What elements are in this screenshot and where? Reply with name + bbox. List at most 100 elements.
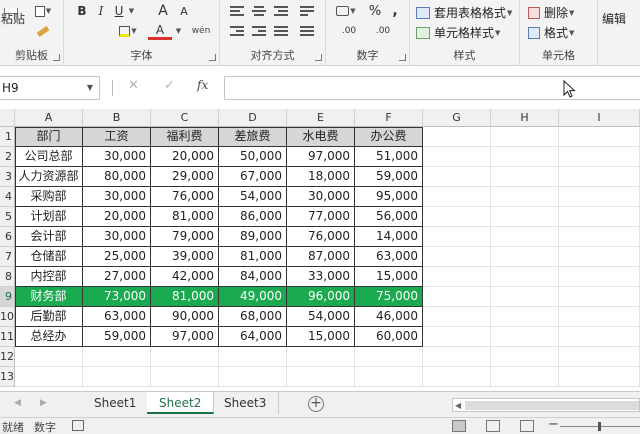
table-cell[interactable]: 59,000 bbox=[355, 167, 422, 187]
table-cell[interactable]: 内控部 bbox=[15, 267, 82, 287]
table-cell[interactable]: 仓储部 bbox=[15, 247, 82, 267]
table-cell[interactable]: 18,000 bbox=[287, 167, 354, 187]
number-launcher-icon[interactable] bbox=[399, 54, 406, 61]
table-cell[interactable]: 64,000 bbox=[219, 327, 286, 347]
table-cell[interactable]: 86,000 bbox=[219, 207, 286, 227]
row-header-10[interactable]: 10 bbox=[0, 307, 15, 327]
highlighted-table-cell[interactable]: 财务部 bbox=[15, 287, 82, 307]
row-header-4[interactable]: 4 bbox=[0, 187, 15, 207]
table-cell[interactable]: 63,000 bbox=[355, 247, 422, 267]
table-cell[interactable]: 15,000 bbox=[287, 327, 354, 347]
row-header-2[interactable]: 2 bbox=[0, 147, 15, 167]
name-box-dropdown-icon[interactable]: ▼ bbox=[87, 77, 93, 99]
worksheet-grid[interactable]: ABCDEFGHI 1 2 3 4 5 6 7 8 9 10 11 12 13 部门 工资 福利费 差旅费 水电… bbox=[0, 109, 640, 391]
editing-button[interactable]: 编辑 bbox=[602, 10, 626, 27]
table-cell[interactable]: 80,000 bbox=[83, 167, 150, 187]
table-cell[interactable]: 67,000 bbox=[219, 167, 286, 187]
table-header-cell[interactable]: 办公费 bbox=[355, 127, 422, 147]
column-header-h[interactable]: H bbox=[491, 109, 559, 127]
clipboard-launcher-icon[interactable] bbox=[53, 54, 60, 61]
insert-function-icon[interactable]: fx bbox=[197, 78, 208, 92]
table-cell[interactable]: 54,000 bbox=[287, 307, 354, 327]
table-cell[interactable]: 95,000 bbox=[355, 187, 422, 207]
column-header-g[interactable]: G bbox=[423, 109, 491, 127]
table-cell[interactable]: 人力资源部 bbox=[15, 167, 82, 187]
table-cell[interactable]: 29,000 bbox=[151, 167, 218, 187]
table-cell[interactable]: 20,000 bbox=[151, 147, 218, 167]
table-cell[interactable]: 81,000 bbox=[151, 207, 218, 227]
format-painter-icon[interactable] bbox=[34, 24, 52, 38]
table-header-cell[interactable]: 福利费 bbox=[151, 127, 218, 147]
next-sheet-icon[interactable]: ▶ bbox=[40, 398, 47, 408]
enter-icon[interactable]: ✓ bbox=[164, 78, 175, 93]
table-cell[interactable]: 60,000 bbox=[355, 327, 422, 347]
table-cell[interactable]: 76,000 bbox=[151, 187, 218, 207]
row-header-6[interactable]: 6 bbox=[0, 227, 15, 247]
table-cell[interactable]: 25,000 bbox=[83, 247, 150, 267]
table-cell[interactable]: 77,000 bbox=[287, 207, 354, 227]
formula-input[interactable] bbox=[224, 76, 640, 100]
prev-sheet-icon[interactable]: ◀ bbox=[14, 398, 21, 408]
table-header-cell[interactable]: 差旅费 bbox=[219, 127, 286, 147]
italic-button[interactable]: I bbox=[94, 2, 108, 20]
alignment-launcher-icon[interactable] bbox=[315, 54, 322, 61]
column-header-c[interactable]: C bbox=[151, 109, 219, 127]
align-bottom-icon[interactable] bbox=[274, 6, 288, 18]
highlighted-table-cell[interactable]: 96,000 bbox=[287, 287, 354, 307]
table-cell[interactable]: 采购部 bbox=[15, 187, 82, 207]
row-header-1[interactable]: 1 bbox=[0, 127, 15, 147]
cell-styles-button[interactable]: 单元格样式 ▼ bbox=[416, 24, 500, 41]
table-cell[interactable]: 公司总部 bbox=[15, 147, 82, 167]
sheet-tab-sheet2[interactable]: Sheet2 bbox=[147, 392, 215, 414]
row-header-12[interactable]: 12 bbox=[0, 347, 15, 367]
table-cell[interactable]: 46,000 bbox=[355, 307, 422, 327]
column-header-b[interactable]: B bbox=[83, 109, 151, 127]
table-cell[interactable]: 39,000 bbox=[151, 247, 218, 267]
phonetic-button[interactable]: wén bbox=[188, 22, 214, 40]
table-cell[interactable]: 20,000 bbox=[83, 207, 150, 227]
table-header-cell[interactable]: 部门 bbox=[15, 127, 82, 147]
horizontal-scrollbar[interactable]: ◀ bbox=[452, 398, 640, 412]
format-button[interactable]: 格式 ▼ bbox=[528, 24, 574, 41]
table-cell[interactable]: 27,000 bbox=[83, 267, 150, 287]
percent-button[interactable]: % bbox=[366, 2, 384, 20]
underline-dropdown-icon[interactable]: ▼ bbox=[126, 2, 136, 20]
table-cell[interactable]: 计划部 bbox=[15, 207, 82, 227]
macro-record-icon[interactable] bbox=[72, 420, 84, 431]
table-cell[interactable]: 79,000 bbox=[151, 227, 218, 247]
highlighted-table-cell[interactable]: 75,000 bbox=[355, 287, 422, 307]
table-cell[interactable]: 50,000 bbox=[219, 147, 286, 167]
table-cell[interactable]: 总经办 bbox=[15, 327, 82, 347]
table-cell[interactable]: 15,000 bbox=[355, 267, 422, 287]
table-cell[interactable]: 后勤部 bbox=[15, 307, 82, 327]
table-cell[interactable]: 会计部 bbox=[15, 227, 82, 247]
underline-button[interactable]: U bbox=[112, 2, 126, 20]
table-cell[interactable]: 87,000 bbox=[287, 247, 354, 267]
align-middle-icon[interactable] bbox=[252, 6, 266, 18]
table-cell[interactable]: 54,000 bbox=[219, 187, 286, 207]
select-all-corner[interactable] bbox=[0, 109, 15, 127]
sheet-tab-sheet1[interactable]: Sheet1 bbox=[82, 392, 150, 414]
wrap-text-icon[interactable] bbox=[300, 6, 314, 18]
font-color-dropdown-icon[interactable]: ▼ bbox=[174, 24, 182, 38]
row-header-13[interactable]: 13 bbox=[0, 367, 15, 387]
column-header-i[interactable]: I bbox=[559, 109, 640, 127]
scroll-thumb[interactable] bbox=[465, 401, 639, 410]
align-top-icon[interactable] bbox=[230, 6, 244, 18]
table-cell[interactable]: 90,000 bbox=[151, 307, 218, 327]
cancel-icon[interactable]: ✕ bbox=[128, 78, 139, 93]
table-cell[interactable]: 97,000 bbox=[287, 147, 354, 167]
normal-view-icon[interactable] bbox=[452, 420, 466, 432]
highlighted-table-cell[interactable]: 73,000 bbox=[83, 287, 150, 307]
table-header-cell[interactable]: 水电费 bbox=[287, 127, 354, 147]
increase-indent-icon[interactable] bbox=[252, 26, 266, 38]
highlighted-table-cell[interactable]: 81,000 bbox=[151, 287, 218, 307]
column-header-e[interactable]: E bbox=[287, 109, 355, 127]
add-sheet-button[interactable]: + bbox=[308, 396, 324, 412]
table-cell[interactable]: 30,000 bbox=[83, 147, 150, 167]
table-cell[interactable]: 81,000 bbox=[219, 247, 286, 267]
table-cell[interactable]: 89,000 bbox=[219, 227, 286, 247]
decrease-indent-icon[interactable] bbox=[230, 26, 244, 38]
decrease-decimal-button[interactable]: .00 bbox=[368, 22, 398, 40]
table-cell[interactable]: 14,000 bbox=[355, 227, 422, 247]
